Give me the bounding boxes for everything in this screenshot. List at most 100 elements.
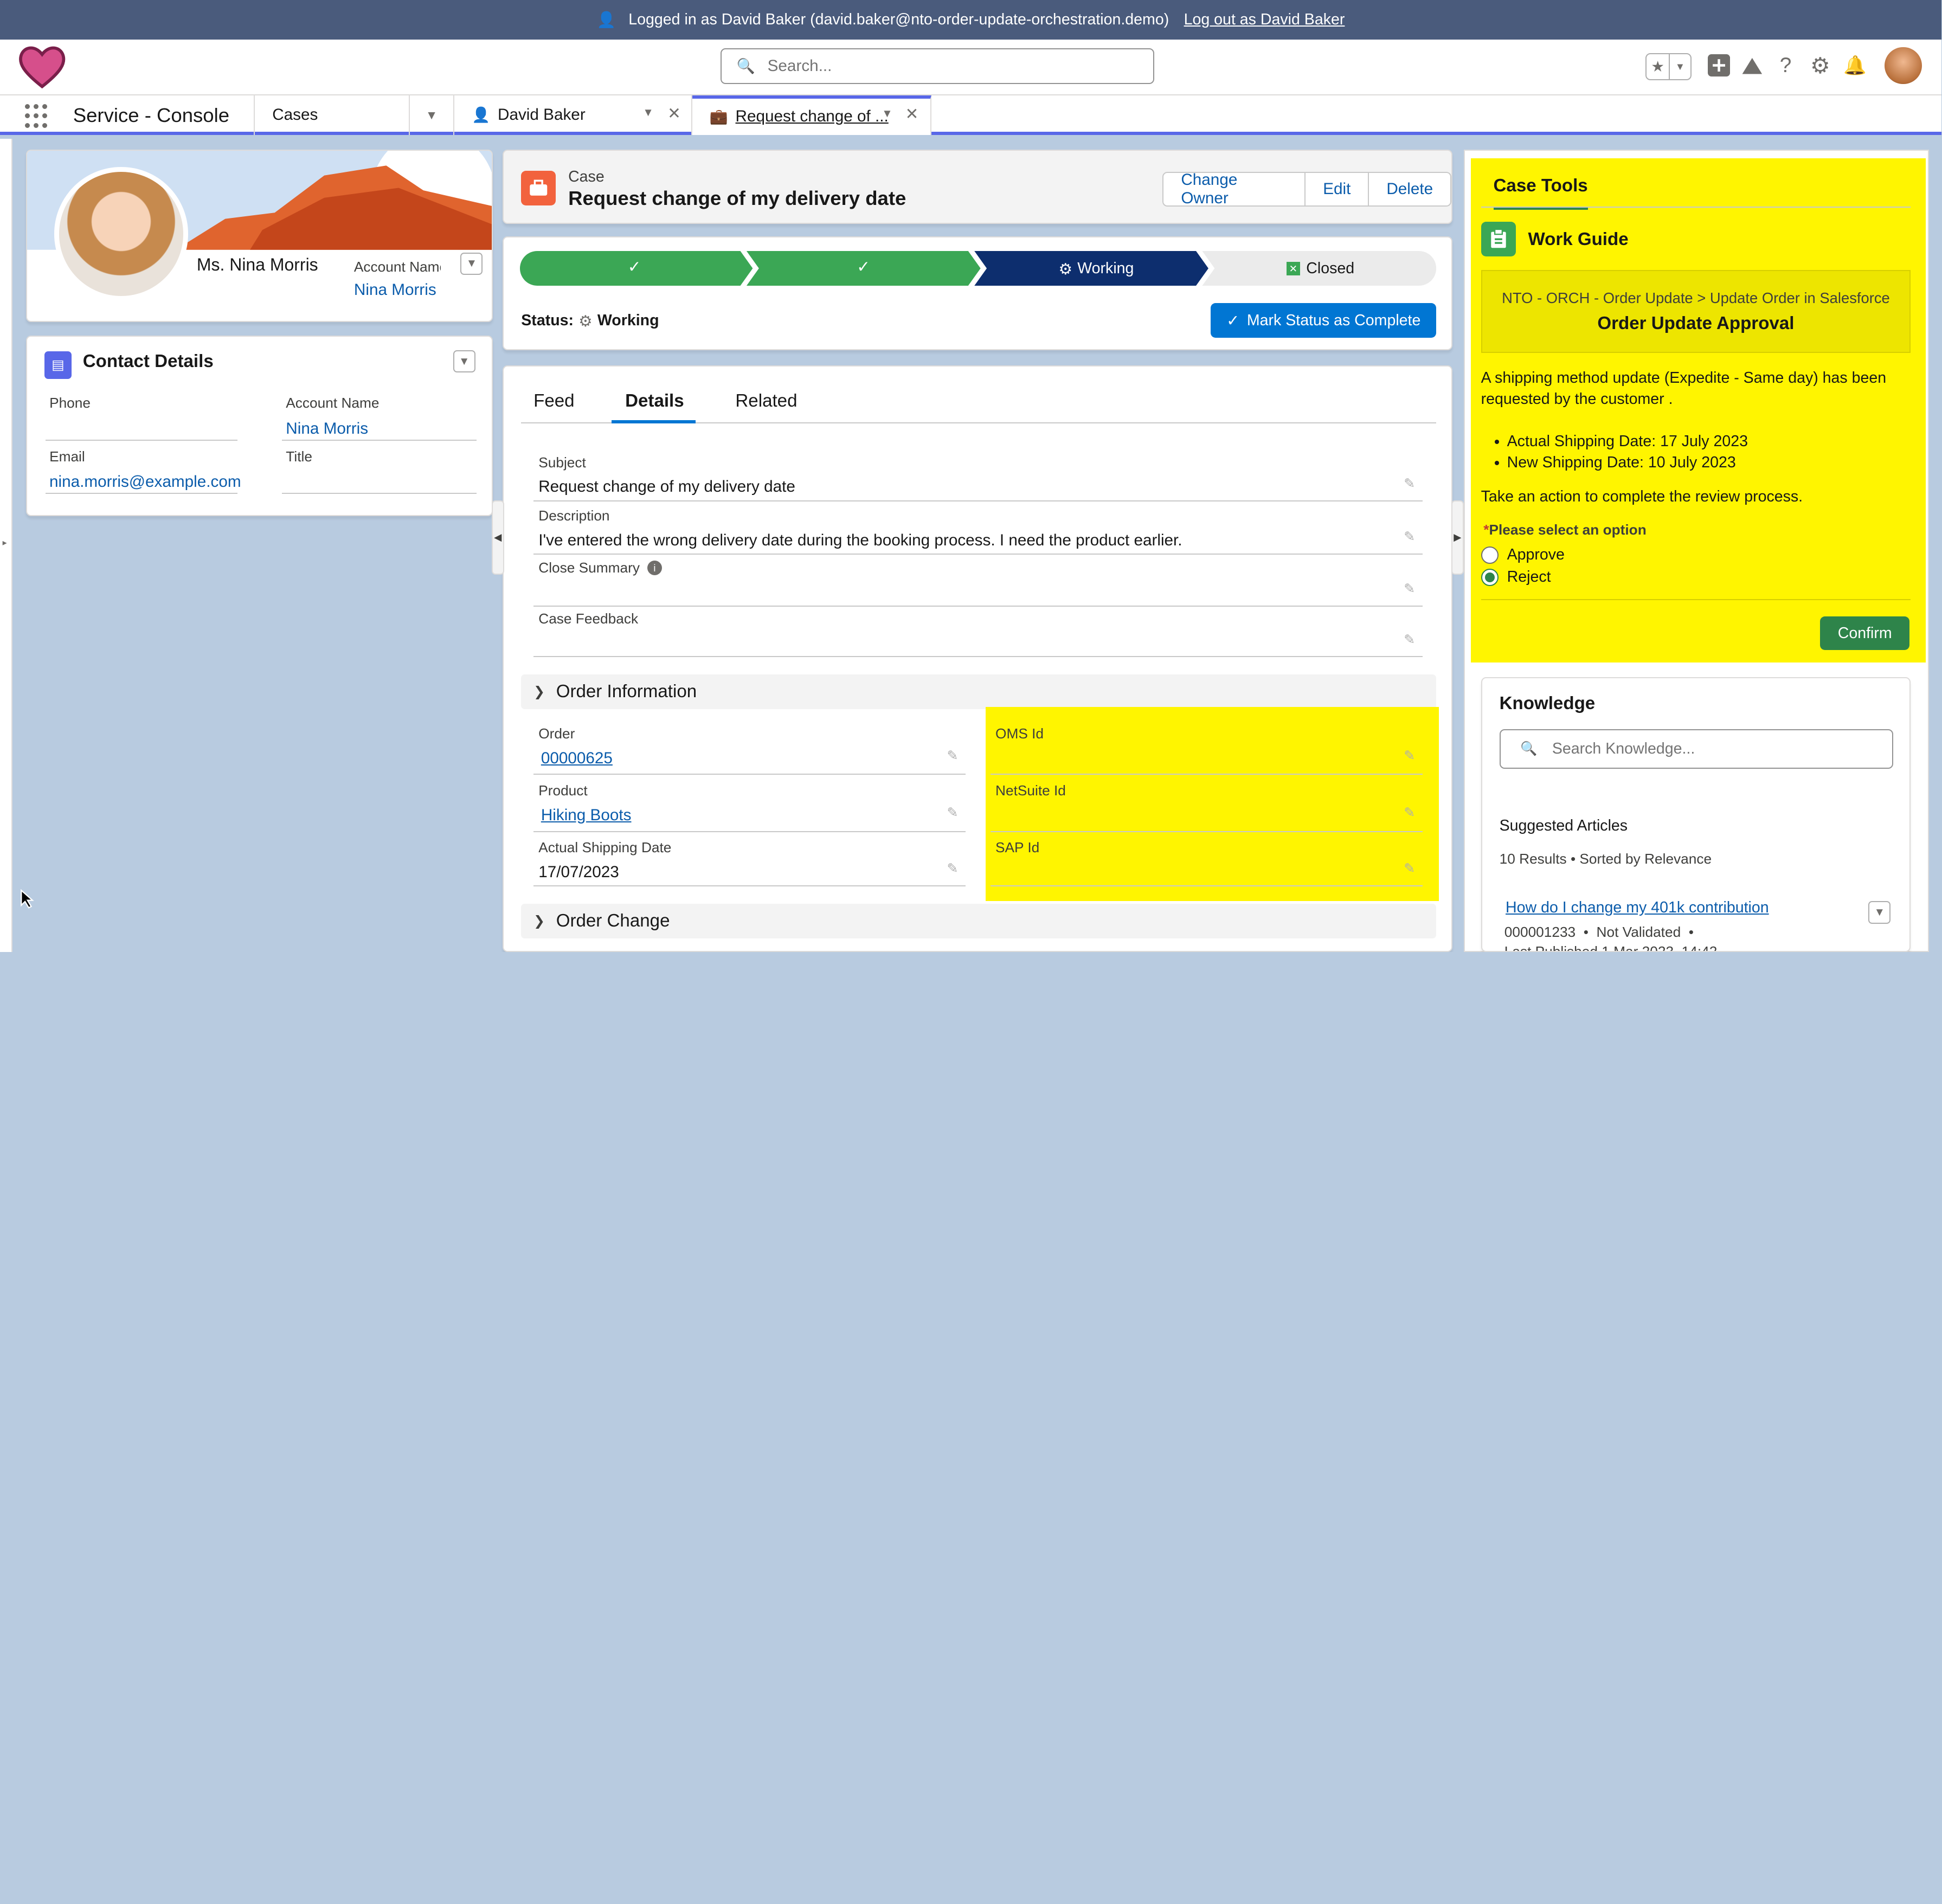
delete-button[interactable]: Delete [1369, 172, 1452, 207]
tab-details[interactable]: Details [611, 391, 696, 423]
actual-shipping-date-label: Actual Shipping Date [538, 839, 672, 856]
edit-pencil-icon[interactable]: ✎ [947, 860, 958, 877]
detail-tabs: Feed Details Related [521, 366, 1437, 423]
netsuite-id-label: NetSuite Id [995, 782, 1066, 799]
results-summary: 10 Results • Sorted by Relevance [1499, 850, 1712, 867]
info-icon[interactable]: i [647, 560, 663, 576]
change-owner-button[interactable]: Change Owner [1162, 171, 1306, 207]
article-link[interactable]: How do I change my 401k contribution [1506, 899, 1769, 917]
order-information-section-header[interactable]: ❯ Order Information [521, 674, 1437, 710]
confirm-button[interactable]: Confirm [1820, 616, 1909, 651]
tab-menu-chevron-icon[interactable]: ▼ [882, 107, 892, 120]
tab-feed[interactable]: Feed [533, 391, 574, 411]
global-search-input[interactable]: 🔍 Search... [721, 48, 1154, 85]
close-tab-icon[interactable]: ✕ [905, 105, 919, 124]
edit-pencil-icon[interactable]: ✎ [1404, 860, 1415, 877]
checkmark-icon: ✓ [1226, 312, 1240, 330]
expand-arrow-icon[interactable]: ▸ [3, 537, 7, 548]
contact-account-link[interactable]: Nina Morris [354, 281, 436, 299]
login-as-banner: 👤 Logged in as David Baker (david.baker@… [0, 0, 1942, 40]
console-nav-bar: Service - Console Cases ▼ 👤 David Baker … [0, 95, 1942, 135]
netsuite-id-field: ✎ [990, 802, 1423, 832]
contact-name: Ms. Nina Morris [196, 255, 318, 275]
case-tools-tab[interactable]: Case Tools [1493, 176, 1588, 210]
edit-pencil-icon[interactable]: ✎ [1404, 805, 1415, 821]
left-utility-edge: ▸ [0, 138, 12, 953]
email-link[interactable]: nina.morris@example.com [49, 473, 241, 491]
tab-request-change[interactable]: 💼 Request change of ... ▼ ✕ [692, 95, 931, 135]
favorites-button[interactable]: ★ ▼ [1645, 53, 1692, 81]
close-tab-icon[interactable]: ✕ [667, 104, 681, 123]
title-field [282, 469, 477, 494]
radio-reject-circle[interactable] [1481, 568, 1499, 586]
trailhead-icon[interactable] [1739, 52, 1766, 79]
setup-gear-icon[interactable]: ⚙ [1806, 52, 1834, 79]
edit-pencil-icon[interactable]: ✎ [947, 805, 958, 821]
path-step-complete-2[interactable]: ✓ [857, 258, 870, 276]
path-step-complete-1[interactable]: ✓ [628, 258, 641, 276]
contact-highlight-card: Ms. Nina Morris Account Name Nina Morris… [25, 150, 493, 322]
article-actions-chevron-icon[interactable]: ▼ [1868, 901, 1891, 924]
case-feedback-field: ✎ [533, 630, 1423, 658]
radio-reject[interactable]: Reject [1481, 568, 1551, 586]
contact-details-title: Contact Details [82, 351, 214, 372]
edit-pencil-icon[interactable]: ✎ [1404, 748, 1415, 764]
account-name-field: Nina Morris [282, 416, 477, 441]
contact-actions-chevron-icon[interactable]: ▼ [460, 252, 483, 275]
section-chevron-icon: ❯ [533, 913, 545, 929]
account-name-link[interactable]: Nina Morris [286, 420, 368, 438]
tab-related[interactable]: Related [735, 391, 797, 411]
case-header: Case Request change of my delivery date … [503, 150, 1453, 224]
contact-details-menu-chevron-icon[interactable]: ▼ [453, 350, 475, 373]
logout-link[interactable]: Log out as David Baker [1184, 11, 1345, 29]
contact-account-label: Account Name [353, 259, 441, 275]
order-field: 00000625 ✎ [533, 745, 966, 775]
edit-pencil-icon[interactable]: ✎ [1404, 529, 1415, 545]
path-step-current[interactable]: ⚙ Working [1059, 260, 1134, 279]
shipping-date-item: New Shipping Date: 10 July 2023 [1507, 452, 1748, 473]
work-guide-message: A shipping method update (Expedite - Sam… [1481, 369, 1887, 408]
case-action-buttons: Change Owner Edit Delete [1162, 171, 1452, 207]
article-meta: 000001233 • Not Validated • [1504, 923, 1694, 940]
heart-logo-icon[interactable] [17, 44, 67, 94]
contact-tab-icon: 👤 [472, 106, 491, 124]
object-tab-cases[interactable]: Cases [254, 95, 410, 135]
help-icon[interactable]: ? [1772, 52, 1799, 79]
contact-card-icon: ▤ [44, 351, 72, 379]
object-tab-label: Cases [272, 106, 318, 124]
edit-pencil-icon[interactable]: ✎ [947, 748, 958, 764]
edit-button[interactable]: Edit [1306, 172, 1369, 207]
global-add-icon[interactable] [1705, 52, 1732, 79]
knowledge-search-input[interactable]: 🔍 Search Knowledge... [1499, 729, 1893, 769]
order-change-section-header[interactable]: ❯ Order Change [521, 904, 1437, 938]
case-details-card: Feed Details Related Subject Request cha… [503, 365, 1453, 953]
collapse-right-panel-icon[interactable]: ▶ [1451, 500, 1464, 575]
edit-pencil-icon[interactable]: ✎ [1404, 632, 1415, 648]
actual-shipping-date-field: 17/07/2023 ✎ [533, 859, 966, 887]
tab-david-baker[interactable]: 👤 David Baker ▼ ✕ [454, 95, 692, 135]
user-avatar[interactable] [1885, 47, 1922, 85]
order-link[interactable]: 00000625 [541, 749, 613, 767]
path-step-closed[interactable]: ✕ Closed [1286, 260, 1354, 278]
mark-status-complete-button[interactable]: ✓ Mark Status as Complete [1211, 303, 1437, 338]
object-tab-menu-chevron-icon[interactable]: ▼ [410, 95, 455, 135]
radio-approve-circle[interactable] [1481, 546, 1499, 564]
knowledge-title: Knowledge [1499, 693, 1596, 713]
order-label: Order [538, 725, 575, 742]
work-guide-title: Work Guide [1528, 229, 1629, 249]
shipping-date-list: Actual Shipping Date: 17 July 2023 New S… [1507, 431, 1748, 473]
case-title: Request change of my delivery date [568, 186, 906, 209]
article-published: Last Published 1 Mar 2023, 14:42 [1504, 943, 1718, 953]
product-link[interactable]: Hiking Boots [541, 806, 632, 824]
notifications-bell-icon[interactable]: 🔔 [1841, 52, 1868, 79]
product-field: Hiking Boots ✎ [533, 802, 966, 832]
app-launcher-icon[interactable] [24, 104, 50, 129]
global-header: 🔍 Search... ★ ▼ ? ⚙ 🔔 [0, 40, 1942, 95]
radio-approve[interactable]: Approve [1481, 546, 1565, 564]
shipping-date-item: Actual Shipping Date: 17 July 2023 [1507, 431, 1748, 452]
edit-pencil-icon[interactable]: ✎ [1404, 581, 1415, 597]
collapse-left-panel-icon[interactable]: ◀ [491, 500, 504, 575]
edit-pencil-icon[interactable]: ✎ [1404, 475, 1415, 492]
contact-photo [54, 167, 188, 301]
tab-menu-chevron-icon[interactable]: ▼ [642, 106, 653, 119]
